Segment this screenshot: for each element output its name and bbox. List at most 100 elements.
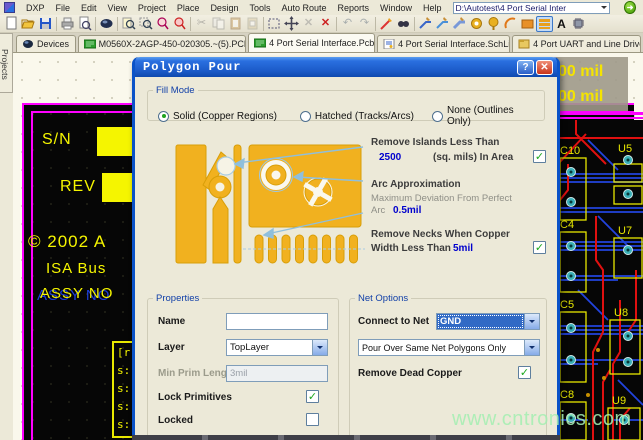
- lock-primitives-checkbox[interactable]: ✓: [306, 390, 319, 403]
- document-path-combo[interactable]: D:\Autotest\4 Port Serial Inter: [453, 2, 611, 14]
- fill-mode-group: Fill Mode Solid (Copper Regions) Hatched…: [147, 85, 545, 121]
- radio-icon: [300, 111, 311, 122]
- necks-title: Remove Necks When Copper: [371, 229, 510, 240]
- paste-array-icon[interactable]: [244, 16, 261, 32]
- tab-label: 4 Port UART and Line Drivers.: [533, 39, 641, 49]
- tooltip-line: 00 mil: [558, 59, 628, 84]
- place-via-icon[interactable]: [468, 16, 485, 32]
- new-document-icon[interactable]: [3, 16, 20, 32]
- locked-checkbox[interactable]: [306, 413, 319, 426]
- net-options-legend: Net Options: [355, 293, 411, 304]
- arc-desc: Maximum Deviation From Perfect: [371, 193, 512, 204]
- connect-net-value: GND: [437, 314, 524, 329]
- menu-auto-route[interactable]: Auto Route: [281, 3, 326, 13]
- menu-window[interactable]: Window: [380, 3, 412, 13]
- clear-filter-icon[interactable]: ✕: [317, 16, 334, 32]
- silk-isa-bus: ISA Bus: [46, 260, 106, 277]
- menu-place[interactable]: Place: [177, 3, 200, 13]
- projects-panel-tab[interactable]: Projects: [0, 33, 13, 93]
- paste-icon[interactable]: [227, 16, 244, 32]
- tab-pcb-file[interactable]: M0560X-2AGP-450-020305.~(5).PCB: [78, 35, 247, 52]
- necks-checkbox[interactable]: ✓: [533, 241, 546, 254]
- menu-edit[interactable]: Edit: [81, 3, 97, 13]
- place-polygon-pour-icon[interactable]: [536, 16, 553, 32]
- tab-schlib[interactable]: 4 Port Serial Interface.SchLib *: [377, 35, 510, 52]
- board-outline-line: [556, 117, 643, 119]
- place-component-icon[interactable]: [570, 16, 587, 32]
- layers-sphere-icon[interactable]: [98, 16, 115, 32]
- islands-value[interactable]: 2500: [379, 152, 401, 163]
- tab-devices[interactable]: Devices: [16, 35, 76, 52]
- radio-hatched[interactable]: Hatched (Tracks/Arcs): [300, 105, 432, 127]
- tab-label: 4 Port Serial Interface.SchLib *: [398, 39, 510, 49]
- chevron-down-icon[interactable]: [601, 6, 607, 12]
- connect-net-combo[interactable]: GND: [436, 313, 540, 330]
- tab-label: M0560X-2AGP-450-020305.~(5).PCB: [99, 39, 247, 49]
- print-icon[interactable]: [59, 16, 76, 32]
- move-selection-icon[interactable]: [283, 16, 300, 32]
- zoom-area-icon[interactable]: [137, 16, 154, 32]
- zoom-document-icon[interactable]: [120, 16, 137, 32]
- menu-tools[interactable]: Tools: [249, 3, 270, 13]
- undo-icon[interactable]: ↶: [339, 16, 356, 32]
- dialog-help-button[interactable]: ?: [517, 60, 534, 75]
- polygon-pour-dialog: Polygon Pour ? ✕ Fill Mode Solid (Copper…: [132, 57, 560, 440]
- board-outline-line: [556, 112, 643, 115]
- radio-solid[interactable]: Solid (Copper Regions): [158, 105, 300, 127]
- save-icon[interactable]: [37, 16, 54, 32]
- print-preview-icon[interactable]: [76, 16, 93, 32]
- place-track-icon[interactable]: [434, 16, 451, 32]
- menu-file[interactable]: File: [56, 3, 71, 13]
- menu-design[interactable]: Design: [210, 3, 238, 13]
- check-icon: ✓: [535, 242, 544, 253]
- copy-icon[interactable]: [210, 16, 227, 32]
- redo-icon[interactable]: ↷: [356, 16, 373, 32]
- menu-view[interactable]: View: [108, 3, 127, 13]
- doc-icon: [518, 39, 530, 49]
- connect-to-net-label: Connect to Net: [358, 316, 429, 327]
- menu-dxp[interactable]: DXP: [26, 3, 45, 13]
- tab-pcbdoc-active[interactable]: 4 Port Serial Interface.PcbDoc: [248, 33, 375, 52]
- menu-reports[interactable]: Reports: [338, 3, 370, 13]
- layer-value: TopLayer: [227, 340, 312, 355]
- select-area-icon[interactable]: [266, 16, 283, 32]
- pour-over-combo[interactable]: Pour Over Same Net Polygons Only: [358, 339, 540, 356]
- menu-help[interactable]: Help: [423, 3, 442, 13]
- radio-none[interactable]: None (Outlines Only): [432, 105, 538, 127]
- chevron-down-icon[interactable]: [524, 340, 539, 355]
- dialog-title-bar[interactable]: Polygon Pour ? ✕: [135, 57, 557, 77]
- interactive-routing-icon[interactable]: [378, 16, 395, 32]
- arc-title: Arc Approximation: [371, 179, 461, 190]
- zoom-in-icon[interactable]: [154, 16, 171, 32]
- place-string-icon[interactable]: A: [553, 16, 570, 32]
- chevron-down-icon[interactable]: [312, 340, 327, 355]
- help-advisor-icon[interactable]: ➜: [624, 1, 636, 14]
- silk-rev-label: REV: [60, 178, 96, 196]
- place-bus-icon[interactable]: [451, 16, 468, 32]
- chevron-down-icon[interactable]: [524, 314, 539, 329]
- menu-project[interactable]: Project: [138, 3, 166, 13]
- zoom-selection-icon[interactable]: [171, 16, 188, 32]
- radio-label: Solid (Copper Regions): [173, 111, 277, 122]
- place-line-icon[interactable]: [417, 16, 434, 32]
- close-icon[interactable]: ✕: [536, 60, 553, 75]
- cut-icon[interactable]: ✂: [193, 16, 210, 32]
- place-pad-icon[interactable]: [485, 16, 502, 32]
- name-input[interactable]: [226, 313, 328, 330]
- tab-label: 4 Port Serial Interface.PcbDoc: [269, 38, 375, 48]
- tab-uart-doc[interactable]: 4 Port UART and Line Drivers.: [512, 35, 641, 52]
- sch-lib-icon: [383, 39, 395, 49]
- check-icon: ✓: [535, 151, 544, 162]
- place-arc-icon[interactable]: [502, 16, 519, 32]
- find-icon[interactable]: [395, 16, 412, 32]
- remove-dead-copper-checkbox[interactable]: ✓: [518, 366, 531, 379]
- necks-value[interactable]: 5mil: [453, 243, 473, 254]
- arc-label: Arc: [371, 205, 385, 216]
- bottom-edge-strip: [132, 435, 560, 440]
- islands-checkbox[interactable]: ✓: [533, 150, 546, 163]
- deselect-icon[interactable]: ✕: [300, 16, 317, 32]
- place-fill-icon[interactable]: [519, 16, 536, 32]
- arc-value[interactable]: 0.5mil: [393, 205, 421, 216]
- layer-combo[interactable]: TopLayer: [226, 339, 328, 356]
- open-icon[interactable]: [20, 16, 37, 32]
